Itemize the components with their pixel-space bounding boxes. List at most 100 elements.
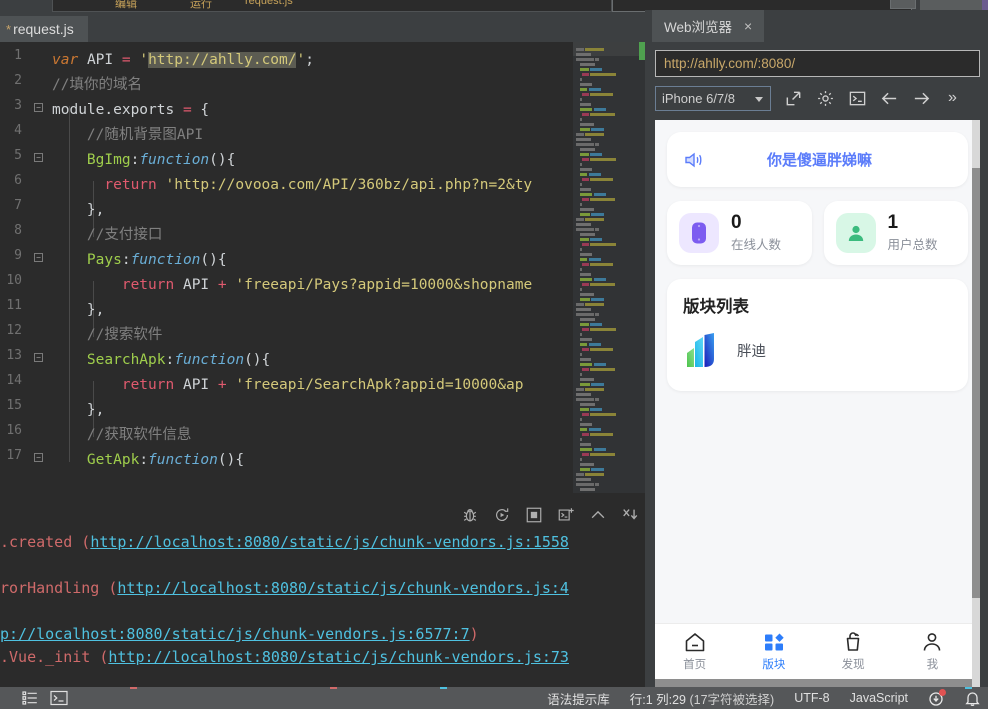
- stat-card-users[interactable]: 1 用户总数: [824, 201, 969, 265]
- minimap-line: [595, 398, 599, 401]
- console-line[interactable]: .Vue._init (http://localhost:8080/static…: [0, 646, 569, 668]
- stat-card-online[interactable]: 0 在线人数: [667, 201, 812, 265]
- minimap-line: [582, 433, 588, 436]
- collapse-up-icon[interactable]: [589, 506, 607, 524]
- todo-list-icon[interactable]: [22, 690, 38, 706]
- top-small-button[interactable]: [890, 0, 916, 9]
- minimap-line: [582, 348, 588, 351]
- top-right-button[interactable]: [920, 0, 982, 10]
- nav-label-home: 首页: [683, 656, 706, 672]
- modified-indicator-icon: *: [6, 22, 11, 37]
- minimap-line: [585, 388, 604, 391]
- close-console-icon[interactable]: [621, 506, 639, 524]
- top-menu-fragment-1[interactable]: 编辑: [115, 0, 137, 11]
- back-arrow-icon[interactable]: [880, 89, 899, 108]
- code-text-area[interactable]: var API = 'http://ahlly.com/';//填你的域名mod…: [52, 42, 645, 493]
- bug-icon[interactable]: [461, 506, 479, 524]
- minimap-line: [594, 363, 606, 366]
- bell-icon[interactable]: [965, 690, 980, 707]
- minimap-line: [580, 358, 591, 361]
- board-list-item[interactable]: 胖迪: [683, 329, 952, 371]
- more-chevrons-icon[interactable]: »: [948, 89, 957, 107]
- console-line[interactable]: rorHandling (http://localhost:8080/stati…: [0, 577, 569, 599]
- stat-users-number: 1: [888, 213, 938, 233]
- browser-tab[interactable]: Web浏览器 ×: [652, 10, 764, 42]
- top-menu-fragment-2[interactable]: 运行: [190, 0, 212, 11]
- line-number: 8: [14, 223, 22, 238]
- stats-row: 0 在线人数 1 用户总数: [667, 201, 968, 265]
- minimap-line: [590, 453, 615, 456]
- minimap-line: [576, 138, 591, 141]
- browser-console-icon[interactable]: [848, 89, 867, 108]
- code-line: },: [52, 398, 104, 423]
- download-notification-icon[interactable]: [928, 690, 945, 707]
- minimap-line: [576, 223, 591, 226]
- nav-item-discover[interactable]: 发现: [814, 631, 893, 672]
- code-line: return API + 'freeapi/SearchApk?appid=10…: [52, 373, 523, 398]
- console-line[interactable]: p://localhost:8080/static/js/chunk-vendo…: [0, 623, 479, 645]
- minimap-line: [580, 438, 582, 441]
- minimap-line: [590, 198, 615, 201]
- fold-toggle-icon[interactable]: −: [34, 253, 43, 262]
- fold-toggle-icon[interactable]: −: [34, 353, 43, 362]
- code-line: SearchApk:function(){: [52, 348, 270, 373]
- console-line[interactable]: .created (http://localhost:8080/static/j…: [0, 531, 569, 553]
- minimap-line: [589, 428, 601, 431]
- editor-tab-request-js[interactable]: * request.js: [0, 16, 88, 42]
- device-select[interactable]: iPhone 6/7/8: [655, 86, 771, 111]
- mobile-preview-viewport[interactable]: 你是傻逼胖娣嘛 0 在线人数: [655, 120, 980, 687]
- minimap-line: [576, 218, 583, 221]
- line-number: 3: [14, 98, 22, 113]
- console-output[interactable]: .created (http://localhost:8080/static/j…: [0, 531, 645, 687]
- code-line: BgImg:function(){: [52, 148, 235, 173]
- minimap-line: [590, 178, 614, 181]
- settings-gear-icon[interactable]: [816, 89, 835, 108]
- editor-body[interactable]: 123−45−6789−10111213−14151617− var API =…: [0, 42, 645, 493]
- minimap-line: [594, 448, 606, 451]
- nav-item-profile[interactable]: 我: [893, 631, 972, 672]
- minimap-line: [580, 448, 592, 451]
- open-external-icon[interactable]: [784, 89, 803, 108]
- rerun-icon[interactable]: [493, 506, 511, 524]
- minimap-line: [576, 473, 583, 476]
- fold-toggle-icon[interactable]: −: [34, 153, 43, 162]
- code-minimap[interactable]: [573, 42, 645, 493]
- status-encoding[interactable]: UTF-8: [794, 691, 829, 705]
- top-menu-fragment-3[interactable]: request.js: [245, 0, 293, 7]
- minimap-line: [576, 48, 583, 51]
- nav-item-board[interactable]: 版块: [734, 631, 813, 672]
- fold-toggle-icon[interactable]: −: [34, 453, 43, 462]
- browser-tab-close-icon[interactable]: ×: [744, 18, 752, 34]
- minimap-line: [582, 158, 588, 161]
- nav-label-profile: 我: [927, 656, 939, 672]
- stop-icon[interactable]: [525, 506, 543, 524]
- preview-scrollbar[interactable]: [972, 120, 980, 687]
- minimap-line: [582, 263, 588, 266]
- minimap-line: [576, 398, 593, 401]
- code-line: //搜索软件: [52, 323, 162, 348]
- minimap-line: [580, 103, 591, 106]
- status-right-group: 语法提示库 行:1 列:29 (17字符被选择) UTF-8 JavaScrip…: [547, 687, 980, 709]
- status-grammar-lib[interactable]: 语法提示库: [547, 689, 610, 708]
- minimap-line: [589, 343, 601, 346]
- status-caret-position[interactable]: 行:1 列:29 (17字符被选择): [630, 689, 775, 708]
- forward-arrow-icon[interactable]: [912, 89, 931, 108]
- minimap-line: [595, 143, 599, 146]
- minimap-line: [580, 343, 587, 346]
- status-language[interactable]: JavaScript: [850, 691, 908, 705]
- code-line: //填你的域名: [52, 73, 142, 98]
- terminal-icon[interactable]: [50, 690, 68, 706]
- new-terminal-icon[interactable]: [557, 506, 575, 524]
- minimap-line: [580, 63, 595, 66]
- minimap-line: [582, 73, 588, 76]
- nav-item-home[interactable]: 首页: [655, 631, 734, 672]
- browser-url-input[interactable]: [655, 50, 980, 77]
- minimap-line: [582, 113, 588, 116]
- status-tick-info: [440, 687, 447, 689]
- minimap-line: [582, 283, 588, 286]
- fold-toggle-icon[interactable]: −: [34, 103, 43, 112]
- minimap-line: [580, 403, 595, 406]
- minimap-line: [594, 108, 606, 111]
- minimap-line: [580, 153, 589, 156]
- preview-scrollbar-thumb[interactable]: [972, 168, 980, 598]
